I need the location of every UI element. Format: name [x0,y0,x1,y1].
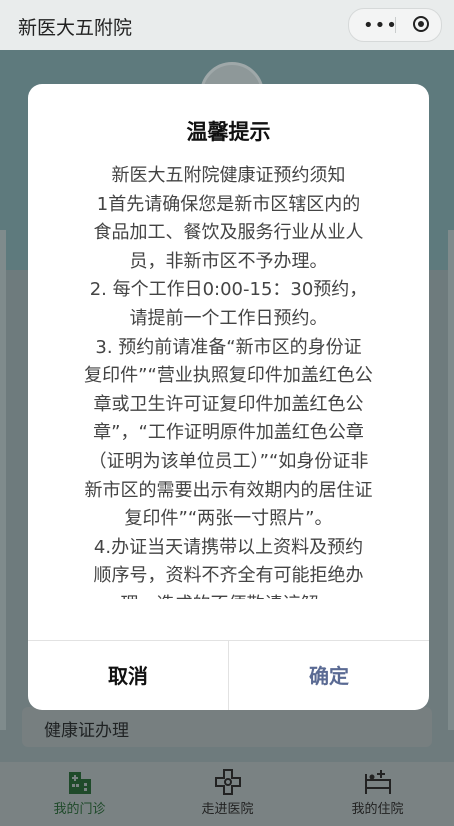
tab-my-outpatient-label: 我的门诊 [53,802,106,817]
health-certificate-label: 健康证办理 [44,721,129,741]
navigation-bar: 新医大五附院 ••• [0,0,454,50]
tab-bar: 我的门诊 走进医院 我的住院 [0,762,454,826]
notice-line: 新医大五附院健康证预约须知 [111,165,346,186]
capsule-divider [395,17,396,33]
tab-my-inpatient[interactable]: 我的住院 [302,762,453,826]
app-title: 新医大五附院 [18,17,133,39]
notice-line: 理，造成的不便敬请谅解。 [54,591,403,599]
hospital-bed-icon [364,770,391,794]
notice-line: 顺序号，资料不齐全有可能拒绝办 [93,565,364,587]
notice-line: 2. 每个工作日0:00-15：30预约， [89,279,368,301]
notice-line: 复印件”“营业执照复印件加盖红色公 [84,365,373,387]
notice-line: 员，非新市区不予办理。 [129,250,328,272]
mini-program-capsule: ••• [348,8,442,42]
confirm-button[interactable]: 确定 [229,641,429,710]
notice-line: 章或卫生许可证复印件加盖红色公 [93,393,364,415]
notice-line: （证明为该单位员工）”“如身份证非 [88,450,369,472]
more-dots-icon[interactable]: ••• [363,15,398,36]
tab-my-outpatient[interactable]: 我的门诊 [4,762,155,826]
medical-cross-icon [214,769,241,795]
page-edge-right [448,230,454,730]
notice-line: 食品加工、餐饮及服务行业从业人 [93,222,364,244]
tab-about-hospital-label: 走进医院 [201,802,254,817]
dialog-footer: 取消 确定 [28,640,429,710]
notice-line: 3. 预约前请准备“新市区的身份证 [95,336,362,358]
dialog-title: 温馨提示 [186,120,271,144]
tab-my-inpatient-label: 我的住院 [351,802,404,817]
notice-dialog: 温馨提示 新医大五附院健康证预约须知 1首先请确保您是新市区辖区内的 食品加工、… [28,84,429,710]
hospital-building-icon [68,772,91,794]
notice-line: 请提前一个工作日预约。 [129,307,328,329]
notice-line: 新市区的需要出示有效期内的居住证 [84,479,373,501]
tab-about-hospital[interactable]: 走进医院 [152,762,303,826]
page-edge-left [0,230,6,730]
notice-line: 1首先请确保您是新市区辖区内的 [96,193,361,215]
notice-line: 4.办证当天请携带以上资料及预约 [93,536,364,558]
notice-line: 复印件”“两张一寸照片”。 [124,508,333,530]
cancel-button[interactable]: 取消 [28,641,228,710]
notice-line: 章”，“工作证明原件加盖红色公章 [93,422,364,444]
dialog-body[interactable]: 新医大五附院健康证预约须知 1首先请确保您是新市区辖区内的 食品加工、餐饮及服务… [54,162,403,599]
health-certificate-entry[interactable]: 健康证办理 [22,707,432,747]
target-circle-icon[interactable] [413,16,429,32]
